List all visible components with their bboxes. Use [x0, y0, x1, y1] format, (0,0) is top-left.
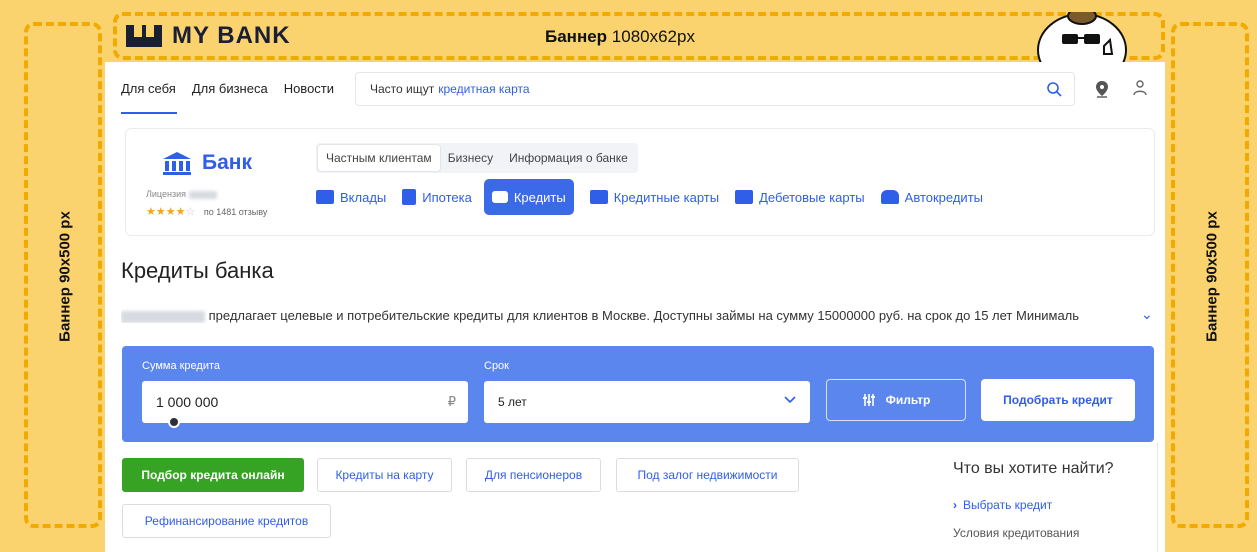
location-pin-icon[interactable]	[1095, 80, 1109, 98]
license-info: Лицензия	[146, 189, 217, 199]
tab-mortgage[interactable]: Ипотека	[402, 179, 472, 215]
chevron-down-icon	[784, 396, 796, 404]
tab-private-clients[interactable]: Частным клиентам	[318, 145, 440, 171]
choose-credit-link[interactable]: › Выбрать кредит	[953, 498, 1114, 512]
bag-icon	[491, 191, 508, 203]
top-banner-label: Баннер 1080x62px	[545, 27, 695, 46]
chip-pensioners[interactable]: Для пенсионеров	[466, 458, 601, 492]
logo-mark-icon	[126, 25, 162, 47]
panel-heading: Что вы хотите найти?	[953, 460, 1114, 477]
left-banner-label: Баннер 90x500 px	[56, 211, 74, 342]
tab-bank-info[interactable]: Информация о банке	[501, 145, 636, 171]
bank-rating[interactable]: ★★★★☆ по 1481 отзыву	[146, 205, 267, 218]
chevron-right-icon: ›	[953, 498, 957, 512]
bank-info-card: Банк Лицензия ★★★★☆ по 1481 отзыву Частн…	[125, 128, 1155, 236]
search-icon[interactable]	[1046, 81, 1062, 97]
debit-card-icon	[735, 190, 754, 204]
tab-business[interactable]: Бизнесу	[440, 145, 501, 171]
tab-credit-cards[interactable]: Кредитные карты	[589, 179, 719, 215]
nav-link-business[interactable]: Для бизнеса	[192, 81, 268, 96]
tab-deposits[interactable]: Вклады	[316, 179, 386, 215]
bank-building-icon	[163, 152, 191, 175]
blurred-bank-name	[121, 310, 205, 323]
nav-link-personal[interactable]: Для себя	[121, 81, 176, 96]
filter-sliders-icon	[862, 394, 875, 406]
term-label: Срок	[484, 360, 509, 372]
tab-debit-cards[interactable]: Дебетовые карты	[735, 179, 865, 215]
chip-online-credit[interactable]: Подбор кредита онлайн	[122, 458, 304, 492]
chip-credits-to-card[interactable]: Кредиты на карту	[317, 458, 452, 492]
bank-title[interactable]: Банк	[162, 151, 252, 175]
bank-logo[interactable]: MY BANK	[126, 22, 291, 50]
segment-tabs: Частным клиентам Бизнесу Информация о ба…	[316, 143, 638, 173]
bank-name: Банк	[202, 151, 252, 174]
chip-refinancing[interactable]: Рефинансирование кредитов	[122, 504, 331, 538]
bank-description: предлагает целевые и потребительские кре…	[121, 308, 1121, 323]
search-input[interactable]: Часто ищут кредитная карта	[355, 72, 1075, 106]
active-nav-underline	[121, 112, 177, 114]
page-title: Кредиты банка	[121, 258, 274, 283]
user-icon[interactable]	[1133, 80, 1147, 96]
search-help-panel: Что вы хотите найти? › Выбрать кредит Усл…	[953, 460, 1114, 540]
rating-empty-star: ☆	[185, 206, 196, 218]
search-prefix: Часто ищут	[370, 82, 435, 96]
rating-stars: ★★★★	[146, 206, 186, 218]
amount-slider-handle[interactable]	[168, 416, 180, 428]
tab-credits[interactable]: Кредиты	[483, 179, 574, 215]
panel-divider	[1157, 442, 1158, 552]
nav-link-news[interactable]: Новости	[284, 81, 334, 96]
expand-chevron-icon[interactable]: ⌄	[1141, 306, 1153, 323]
chip-real-estate-collateral[interactable]: Под залог недвижимости	[616, 458, 799, 492]
right-banner-label: Баннер 90x500 px	[1203, 211, 1221, 342]
amount-label: Сумма кредита	[142, 360, 221, 372]
mascot-image	[1034, 12, 1130, 64]
search-suggestion[interactable]: кредитная карта	[438, 82, 529, 96]
pick-credit-button[interactable]: Подобрать кредит	[981, 379, 1135, 421]
logo-text: MY BANK	[172, 22, 291, 49]
credit-card-icon	[589, 190, 608, 204]
filter-button[interactable]: Фильтр	[826, 379, 966, 421]
reviews-count: по 1481 отзыву	[203, 207, 268, 217]
deposit-icon	[316, 190, 334, 204]
bank-page: Для себя Для бизнеса Новости Часто ищут …	[105, 62, 1165, 552]
credit-calculator: Сумма кредита 1 000 000 ₽ Срок 5 лет Фил…	[122, 346, 1154, 442]
amount-field[interactable]: 1 000 000 ₽	[142, 381, 468, 423]
credit-conditions-text[interactable]: Условия кредитования	[953, 526, 1114, 540]
building-icon	[402, 189, 417, 205]
tab-car-loans[interactable]: Автокредиты	[880, 179, 983, 215]
product-tabs: Вклады Ипотека Кредиты Кредитные карты Д…	[316, 179, 999, 215]
car-icon	[880, 190, 899, 204]
ruble-sign: ₽	[447, 394, 456, 409]
term-select[interactable]: 5 лет	[484, 381, 810, 423]
